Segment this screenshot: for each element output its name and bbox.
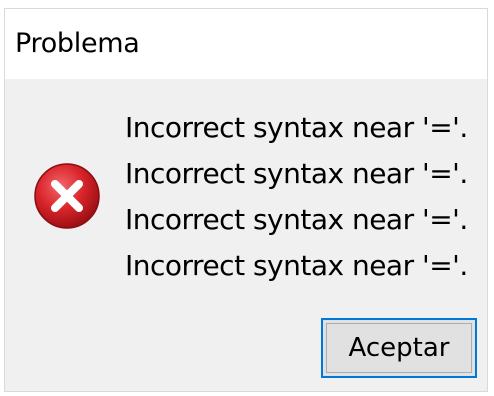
error-dialog: Problema Incorrect syntax near '='. Inco… (4, 8, 488, 392)
error-icon (33, 162, 101, 230)
dialog-title: Problema (15, 28, 140, 59)
error-message: Incorrect syntax near '='. (125, 157, 468, 190)
error-message: Incorrect syntax near '='. (125, 249, 468, 282)
message-list: Incorrect syntax near '='. Incorrect syn… (125, 105, 479, 289)
ok-button[interactable]: Aceptar (321, 318, 477, 378)
error-message: Incorrect syntax near '='. (125, 203, 468, 236)
dialog-titlebar: Problema (5, 9, 487, 79)
ok-button-label: Aceptar (326, 323, 472, 373)
error-message: Incorrect syntax near '='. (125, 111, 468, 144)
